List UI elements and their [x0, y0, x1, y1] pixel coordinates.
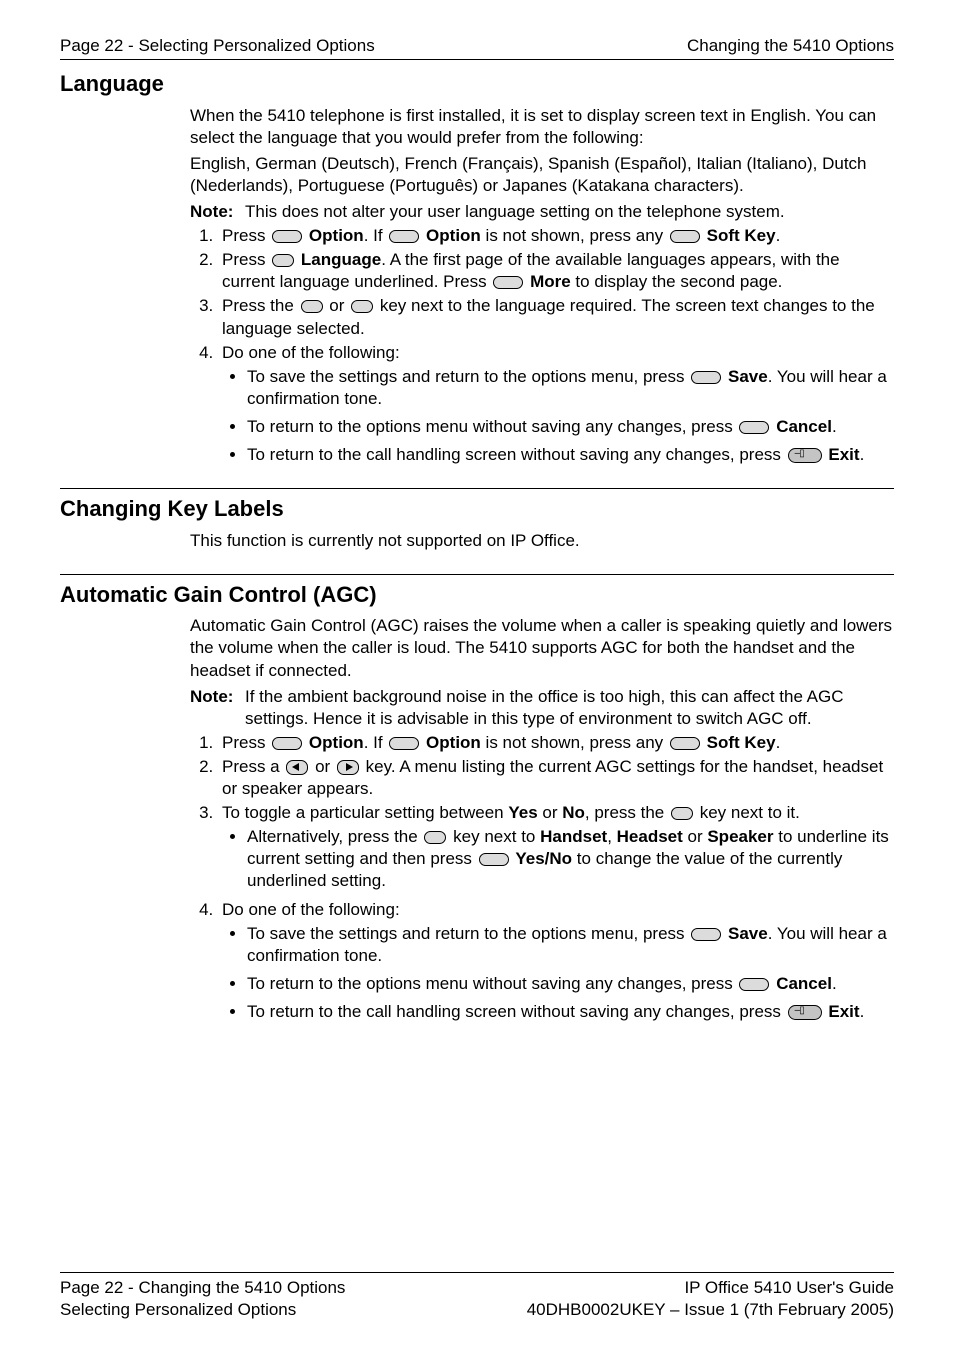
softkey-icon	[272, 230, 302, 243]
softkey-icon	[479, 853, 509, 866]
feature-key-icon	[351, 300, 373, 313]
agc-step-2: Press a or key. A menu listing the curre…	[218, 756, 894, 800]
softkey-icon	[739, 421, 769, 434]
language-intro-2: English, German (Deutsch), French (Franç…	[190, 153, 894, 197]
note-text: If the ambient background noise in the o…	[245, 686, 894, 730]
footer-left-1: Page 22 - Changing the 5410 Options	[60, 1277, 345, 1299]
page-header: Page 22 - Selecting Personalized Options…	[60, 35, 894, 60]
lang-save-bullet: To save the settings and return to the o…	[247, 366, 894, 410]
header-right: Changing the 5410 Options	[687, 35, 894, 57]
left-arrow-key-icon	[286, 760, 308, 775]
lang-step-1: Press Option. If Option is not shown, pr…	[218, 225, 894, 247]
softkey-icon	[691, 928, 721, 941]
note-label: Note:	[190, 201, 245, 223]
exit-key-icon	[788, 1005, 822, 1020]
right-arrow-key-icon	[337, 760, 359, 775]
softkey-icon	[389, 737, 419, 750]
agc-step-3: To toggle a particular setting between Y…	[218, 802, 894, 892]
agc-save-bullet: To save the settings and return to the o…	[247, 923, 894, 967]
footer-left-2: Selecting Personalized Options	[60, 1299, 296, 1321]
feature-key-icon	[272, 254, 294, 267]
lang-step-4: Do one of the following: To save the set…	[218, 342, 894, 466]
keylabels-intro: This function is currently not supported…	[190, 530, 894, 552]
agc-intro: Automatic Gain Control (AGC) raises the …	[190, 615, 894, 681]
feature-key-icon	[424, 831, 446, 844]
agc-alt-bullet: Alternatively, press the key next to Han…	[247, 826, 894, 892]
exit-key-icon	[788, 448, 822, 463]
agc-step-1: Press Option. If Option is not shown, pr…	[218, 732, 894, 754]
softkey-icon	[670, 737, 700, 750]
lang-exit-bullet: To return to the call handling screen wi…	[247, 444, 894, 466]
lang-step-3: Press the or key next to the language re…	[218, 295, 894, 339]
softkey-icon	[739, 978, 769, 991]
softkey-icon	[691, 371, 721, 384]
section-title-language: Language	[60, 70, 894, 99]
note-label: Note:	[190, 686, 245, 730]
lang-cancel-bullet: To return to the options menu without sa…	[247, 416, 894, 438]
section-title-agc: Automatic Gain Control (AGC)	[60, 581, 894, 610]
note-text: This does not alter your user language s…	[245, 201, 894, 223]
footer-right-2: 40DHB0002UKEY – Issue 1 (7th February 20…	[527, 1299, 894, 1321]
agc-step-4: Do one of the following: To save the set…	[218, 899, 894, 1023]
lang-step-2: Press Language. A the first page of the …	[218, 249, 894, 293]
softkey-icon	[493, 276, 523, 289]
feature-key-icon	[301, 300, 323, 313]
softkey-icon	[389, 230, 419, 243]
page-footer: Page 22 - Changing the 5410 Options IP O…	[60, 1272, 894, 1321]
feature-key-icon	[671, 807, 693, 820]
footer-right-1: IP Office 5410 User's Guide	[684, 1277, 894, 1299]
agc-cancel-bullet: To return to the options menu without sa…	[247, 973, 894, 995]
language-intro-1: When the 5410 telephone is first install…	[190, 105, 894, 149]
header-left: Page 22 - Selecting Personalized Options	[60, 35, 375, 57]
section-title-key-labels: Changing Key Labels	[60, 495, 894, 524]
softkey-icon	[670, 230, 700, 243]
softkey-icon	[272, 737, 302, 750]
agc-exit-bullet: To return to the call handling screen wi…	[247, 1001, 894, 1023]
